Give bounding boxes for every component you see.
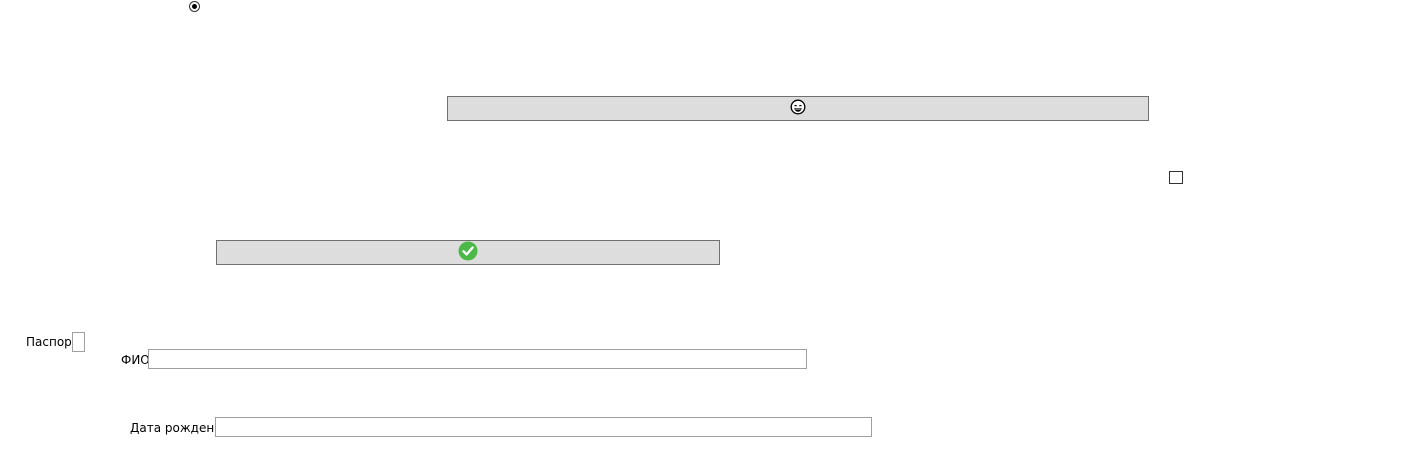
grinning-face-emoji-icon <box>790 99 806 118</box>
fio-input[interactable] <box>148 349 807 369</box>
passport-label: Паспорт <box>26 335 79 349</box>
passport-field[interactable] <box>72 332 85 352</box>
checkbox[interactable] <box>1169 171 1183 184</box>
fio-label: ФИО <box>121 353 150 367</box>
radio-selected-dot <box>192 4 197 9</box>
confirm-button[interactable] <box>216 240 720 265</box>
emoji-button[interactable] <box>447 96 1149 121</box>
radio-button[interactable] <box>189 1 200 12</box>
green-checkmark-icon <box>458 241 478 264</box>
birth-date-input[interactable] <box>215 417 872 437</box>
